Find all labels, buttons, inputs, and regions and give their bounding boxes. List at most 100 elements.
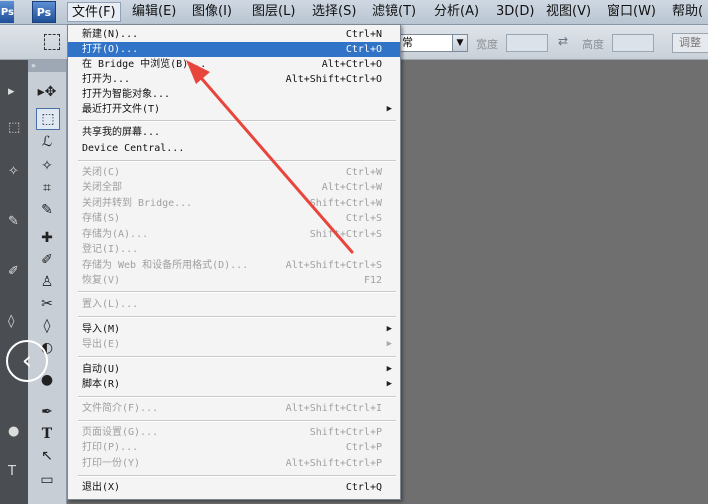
file-menu-dropdown: 新建(N)... Ctrl+N 打开(O)... Ctrl+O 在 Bridge… bbox=[67, 24, 401, 500]
tool-icon: ✧ bbox=[8, 164, 19, 179]
pen-tool-icon[interactable]: ✒ bbox=[36, 402, 58, 422]
menu-separator bbox=[78, 316, 396, 318]
menu-item-label: 打印(P)... bbox=[82, 442, 139, 453]
menu-item-page-setup[interactable]: 页面设置(G)... Shift+Ctrl+P bbox=[68, 425, 400, 440]
menu-item-share-screen[interactable]: 共享我的屏幕... bbox=[68, 125, 400, 140]
refine-edge-button[interactable]: 调整 bbox=[672, 33, 708, 53]
swap-icon[interactable]: ⇄ bbox=[558, 34, 568, 48]
submenu-arrow-icon: ▶ bbox=[386, 324, 392, 334]
menu-item-label: 存储为(A)... bbox=[82, 229, 149, 240]
menu-edit[interactable]: 编辑(E) bbox=[132, 2, 176, 22]
menu-view[interactable]: 视图(V) bbox=[546, 2, 591, 22]
menu-item-label: 脚本(R) bbox=[82, 379, 121, 390]
menu-item-label: 导入(M) bbox=[82, 324, 121, 335]
menu-bar: Ps Ps 文件(F) 编辑(E) 图像(I) 图层(L) 选择(S) 滤镜(T… bbox=[0, 0, 708, 25]
eyedropper-tool-icon[interactable]: ✎ bbox=[36, 200, 58, 220]
menu-item-recent-files[interactable]: 最近打开文件(T) ▶ bbox=[68, 102, 400, 117]
magic-wand-tool-icon[interactable]: ✧ bbox=[36, 156, 58, 176]
menu-item-open-as[interactable]: 打开为... Alt+Shift+Ctrl+O bbox=[68, 72, 400, 87]
menu-item-print-one-copy[interactable]: 打印一份(Y) Alt+Shift+Ctrl+P bbox=[68, 456, 400, 471]
brush-tool-icon[interactable]: ✐ bbox=[36, 250, 58, 270]
menu-item-export[interactable]: 导出(E) ▶ bbox=[68, 337, 400, 352]
history-brush-tool-icon[interactable]: ✂ bbox=[36, 294, 58, 314]
menu-item-label: 最近打开文件(T) bbox=[82, 104, 161, 115]
menu-item-save-as[interactable]: 存储为(A)... Shift+Ctrl+S bbox=[68, 227, 400, 242]
tool-icon: ✎ bbox=[8, 214, 19, 229]
menu-item-shortcut: Ctrl+W bbox=[345, 167, 382, 178]
menu-item-file-info[interactable]: 文件简介(F)... Alt+Shift+Ctrl+I bbox=[68, 401, 400, 416]
menu-item-close-all[interactable]: 关闭全部 Alt+Ctrl+W bbox=[68, 180, 400, 195]
submenu-arrow-icon: ▶ bbox=[386, 364, 392, 374]
menu-separator bbox=[78, 160, 396, 162]
panel-grip[interactable]: » bbox=[28, 60, 66, 72]
menu-item-label: 退出(X) bbox=[82, 482, 121, 493]
menu-separator bbox=[78, 475, 396, 477]
menu-item-browse-bridge[interactable]: 在 Bridge 中浏览(B)... Alt+Ctrl+O bbox=[68, 57, 400, 72]
shape-tool-icon[interactable]: ▭ bbox=[36, 470, 58, 490]
menu-item-place[interactable]: 置入(L)... bbox=[68, 297, 400, 312]
type-tool-icon[interactable]: T bbox=[36, 424, 58, 444]
menu-window[interactable]: 窗口(W) bbox=[607, 2, 656, 22]
menu-layer[interactable]: 图层(L) bbox=[252, 2, 295, 22]
marquee-preset-icon[interactable] bbox=[44, 34, 60, 50]
menu-item-label: 关闭并转到 Bridge... bbox=[82, 198, 193, 209]
menu-item-label: 新建(N)... bbox=[82, 29, 139, 40]
chevron-down-icon: ▼ bbox=[452, 35, 467, 51]
menu-item-label: 导出(E) bbox=[82, 339, 121, 350]
crop-tool-icon[interactable]: ⌗ bbox=[36, 178, 58, 198]
width-field[interactable] bbox=[506, 34, 548, 52]
height-field[interactable] bbox=[612, 34, 654, 52]
tools-panel: » ▸✥ ⬚ ℒ ✧ ⌗ ✎ ✚ ✐ ♙ ✂ ◊ ◐ ● ✒ T ↖ ▭ bbox=[28, 60, 67, 504]
menu-separator bbox=[78, 396, 396, 398]
menu-item-shortcut: Alt+Ctrl+W bbox=[321, 182, 382, 193]
previous-slide-button[interactable]: ‹ bbox=[6, 340, 48, 382]
menu-help[interactable]: 帮助( bbox=[672, 2, 703, 22]
menu-item-save-for-web[interactable]: 存储为 Web 和设备所用格式(D)... Alt+Shift+Ctrl+S bbox=[68, 258, 400, 273]
menu-item-device-central[interactable]: Device Central... bbox=[68, 141, 400, 156]
marquee-tool-icon[interactable]: ⬚ bbox=[36, 108, 60, 130]
menu-item-automate[interactable]: 自动(U) ▶ bbox=[68, 362, 400, 377]
path-selection-tool-icon[interactable]: ↖ bbox=[36, 446, 58, 466]
style-select[interactable]: 常 ▼ bbox=[398, 34, 468, 52]
healing-brush-tool-icon[interactable]: ✚ bbox=[36, 228, 58, 248]
submenu-arrow-icon: ▶ bbox=[386, 379, 392, 389]
menu-item-revert[interactable]: 恢复(V) F12 bbox=[68, 273, 400, 288]
menu-item-exit[interactable]: 退出(X) Ctrl+Q bbox=[68, 480, 400, 495]
app-logo-partial: Ps bbox=[0, 1, 14, 23]
menu-item-close-go-bridge[interactable]: 关闭并转到 Bridge... Shift+Ctrl+W bbox=[68, 196, 400, 211]
menu-filter[interactable]: 滤镜(T) bbox=[372, 2, 416, 22]
menu-analysis[interactable]: 分析(A) bbox=[434, 2, 479, 22]
tool-icon: ✐ bbox=[8, 264, 19, 279]
tool-icon: T bbox=[8, 464, 16, 479]
menu-item-check-in[interactable]: 登记(I)... bbox=[68, 242, 400, 257]
move-tool-icon[interactable]: ▸✥ bbox=[36, 82, 58, 102]
menu-item-shortcut: Ctrl+N bbox=[345, 29, 382, 40]
menu-item-print[interactable]: 打印(P)... Ctrl+P bbox=[68, 440, 400, 455]
menu-select[interactable]: 选择(S) bbox=[312, 2, 356, 22]
menu-item-label: 自动(U) bbox=[82, 364, 121, 375]
menu-3d[interactable]: 3D(D) bbox=[496, 2, 534, 22]
clone-stamp-tool-icon[interactable]: ♙ bbox=[36, 272, 58, 292]
menu-item-label: 存储(S) bbox=[82, 213, 121, 224]
lasso-tool-icon[interactable]: ℒ bbox=[36, 132, 58, 152]
eraser-tool-icon[interactable]: ◊ bbox=[36, 316, 58, 336]
menu-item-label: 登记(I)... bbox=[82, 244, 139, 255]
menu-item-label: 共享我的屏幕... bbox=[82, 127, 161, 138]
menu-item-label: 页面设置(G)... bbox=[82, 427, 159, 438]
menu-item-import[interactable]: 导入(M) ▶ bbox=[68, 322, 400, 337]
menu-item-shortcut: Ctrl+P bbox=[345, 442, 382, 453]
menu-file[interactable]: 文件(F) bbox=[67, 2, 121, 22]
menu-item-shortcut: Alt+Ctrl+O bbox=[321, 59, 382, 70]
menu-item-shortcut: Shift+Ctrl+S bbox=[309, 229, 382, 240]
menu-item-close[interactable]: 关闭(C) Ctrl+W bbox=[68, 165, 400, 180]
app-logo: Ps bbox=[32, 1, 56, 23]
menu-item-new[interactable]: 新建(N)... Ctrl+N bbox=[68, 27, 400, 42]
menu-item-scripts[interactable]: 脚本(R) ▶ bbox=[68, 377, 400, 392]
menu-image[interactable]: 图像(I) bbox=[192, 2, 232, 22]
menu-item-open[interactable]: 打开(O)... Ctrl+O bbox=[68, 42, 400, 57]
menu-item-shortcut: Shift+Ctrl+P bbox=[309, 427, 382, 438]
menu-item-shortcut: Alt+Shift+Ctrl+O bbox=[285, 74, 382, 85]
menu-item-label: 在 Bridge 中浏览(B)... bbox=[82, 59, 207, 70]
menu-item-save[interactable]: 存储(S) Ctrl+S bbox=[68, 211, 400, 226]
menu-item-open-smart-object[interactable]: 打开为智能对象... bbox=[68, 87, 400, 102]
